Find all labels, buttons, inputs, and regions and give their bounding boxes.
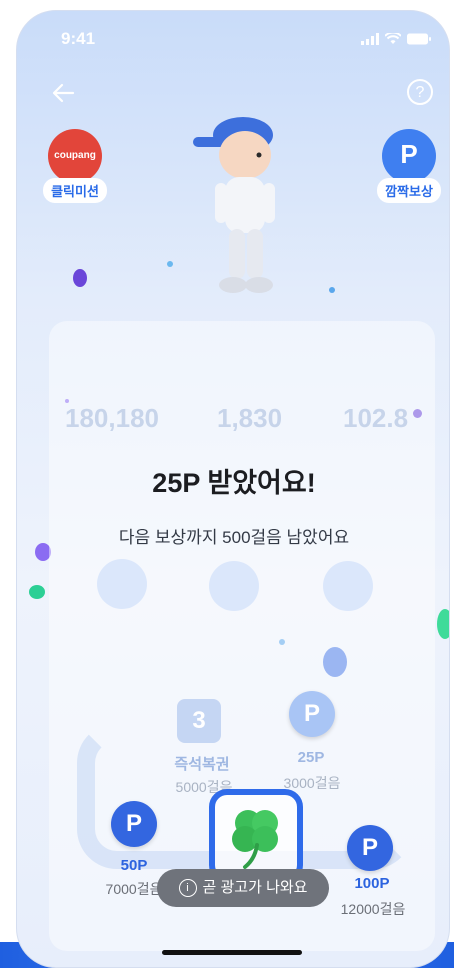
reward-headline: 25P 받았어요! xyxy=(152,468,316,498)
reward-name: 즉석복권 xyxy=(174,756,230,773)
confetti xyxy=(437,609,449,639)
reward-subline: 다음 보상까지 500걸음 남았어요 xyxy=(118,528,350,547)
clover-icon xyxy=(232,810,278,869)
reward-name: 100P xyxy=(354,875,390,892)
surprise-reward-label: 깜짝보상 xyxy=(377,178,441,203)
reward-coin: P xyxy=(347,825,393,871)
reward-steps: 12000걸음 xyxy=(340,901,406,917)
reward-coin: P xyxy=(111,801,157,847)
info-icon: i xyxy=(178,879,197,898)
back-arrow-icon[interactable] xyxy=(49,79,77,107)
click-mission-label: 클릭미션 xyxy=(43,178,107,203)
reward-name: 25P xyxy=(297,749,325,766)
status-bar: 9:41 xyxy=(17,29,449,53)
status-icons xyxy=(361,33,431,45)
point-coin-icon xyxy=(209,561,259,611)
instant-lottery-icon: 3 xyxy=(177,699,221,743)
stat-value: 1,830 xyxy=(217,403,283,433)
toast-text: 곧 광고가 나와요 xyxy=(202,879,308,896)
mystery-pouch-icon xyxy=(97,559,147,609)
lottery-magnifier-icon xyxy=(323,561,373,611)
walking-character-illustration xyxy=(193,117,275,293)
surprise-reward-button[interactable]: P 깜짝보상 xyxy=(373,129,445,203)
wifi-icon xyxy=(385,33,401,44)
coupang-logo: coupang xyxy=(48,129,102,183)
confetti xyxy=(329,287,335,293)
stat-value: 102.8 xyxy=(343,403,409,433)
status-time: 9:41 xyxy=(61,29,96,48)
reward-name: 50P xyxy=(120,857,148,874)
reward-coin: P xyxy=(289,691,335,737)
stat-value: 180,180 xyxy=(65,403,159,433)
signal-icon xyxy=(361,33,379,45)
ad-notice-toast: i 곧 광고가 나와요 xyxy=(157,869,329,907)
help-icon[interactable]: ? xyxy=(407,79,433,105)
battery-icon xyxy=(407,33,431,45)
point-icon: P xyxy=(382,129,436,183)
click-mission-button[interactable]: coupang 클릭미션 xyxy=(39,129,111,203)
confetti xyxy=(29,585,45,599)
home-indicator[interactable] xyxy=(162,950,302,955)
phone-screen: 9:41 ? coupang 클릭미션 P 깜짝보상 180,180 1,830… xyxy=(16,10,450,968)
confetti xyxy=(167,261,173,267)
confetti xyxy=(73,269,87,287)
